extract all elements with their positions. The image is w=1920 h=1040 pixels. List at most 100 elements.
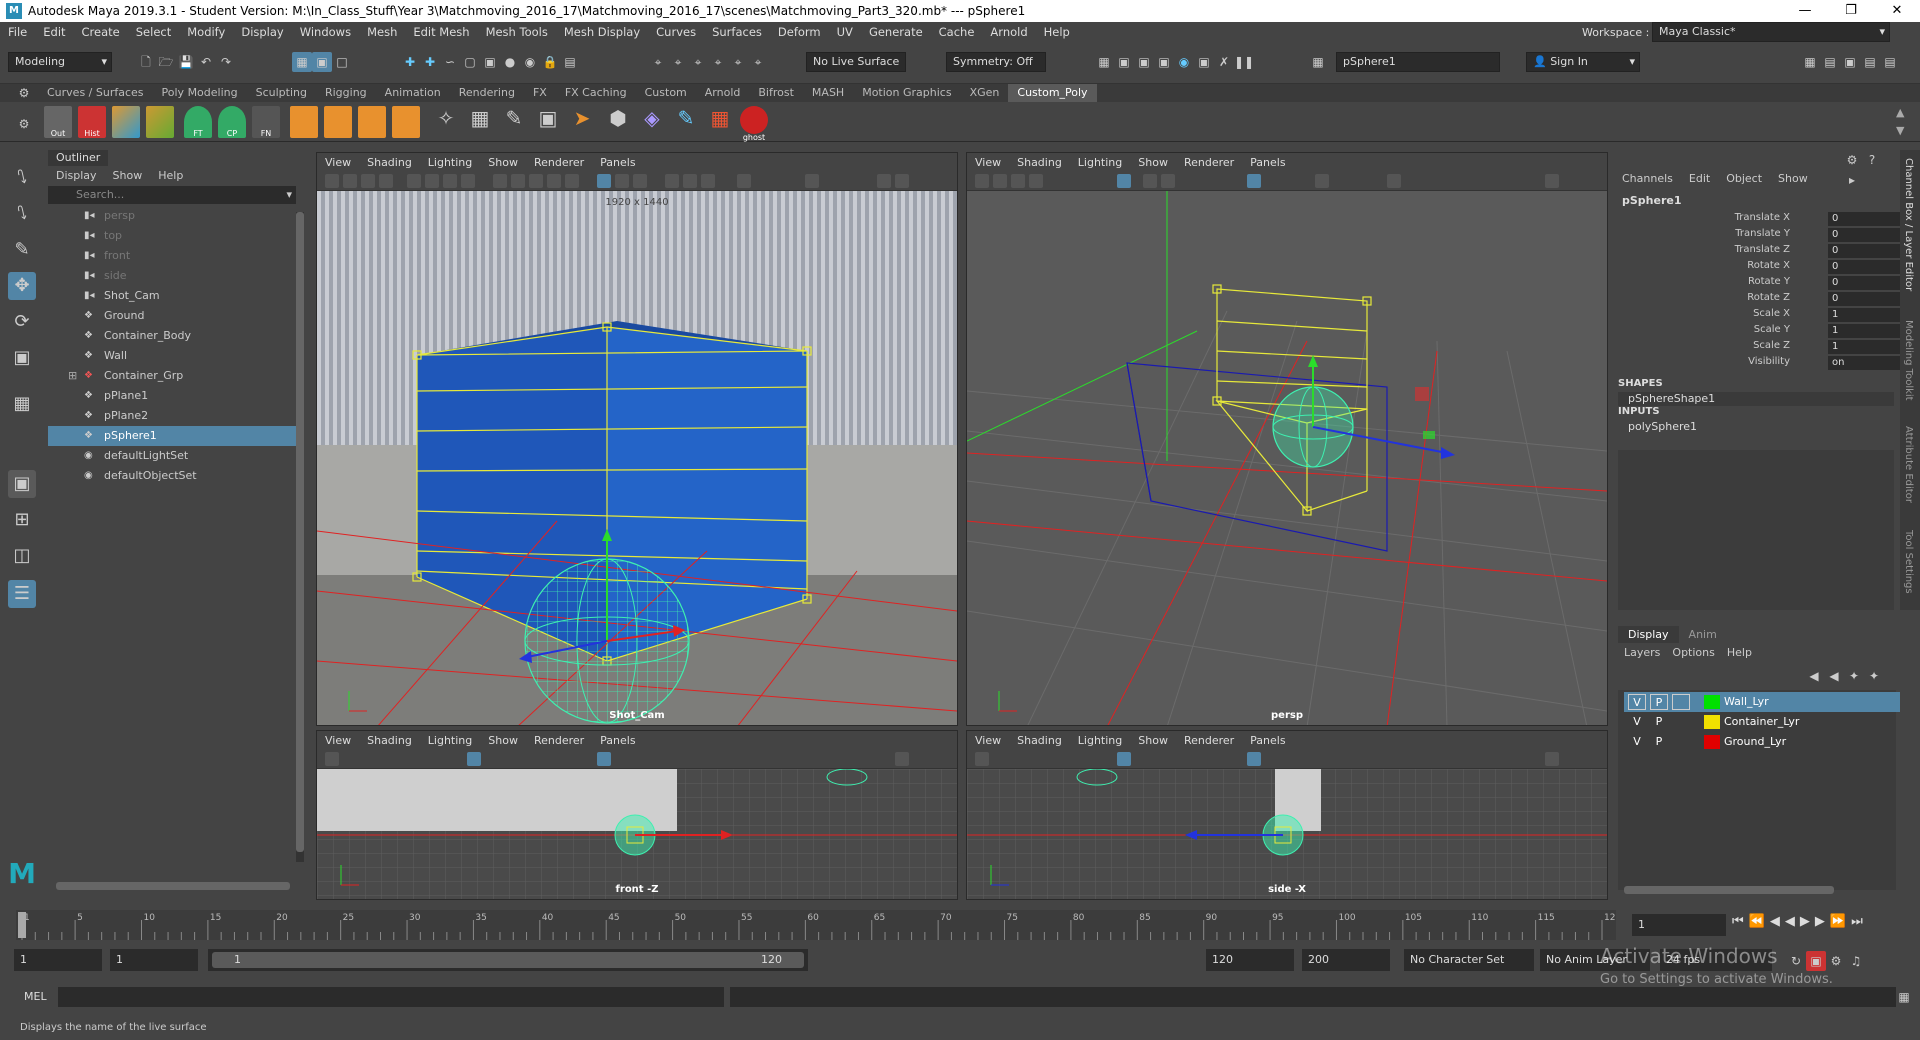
menu-surfaces[interactable]: Surfaces	[704, 25, 770, 39]
move-tool-icon[interactable]: ✥	[8, 272, 36, 300]
menu-mesh-tools[interactable]: Mesh Tools	[478, 25, 556, 39]
snap-curve-icon[interactable]: ⌖	[668, 52, 688, 72]
shelf-tab-curves-surfaces[interactable]: Curves / Surfaces	[38, 84, 153, 102]
shelf-tab-motion-graphics[interactable]: Motion Graphics	[853, 84, 960, 102]
current-time-indicator[interactable]	[18, 912, 26, 938]
panel-menu-lighting[interactable]: Lighting	[1070, 156, 1130, 169]
shelf-tab-fx[interactable]: FX	[524, 84, 556, 102]
panel-menu-shading[interactable]: Shading	[359, 734, 420, 747]
cb-menu-edit[interactable]: Edit	[1681, 172, 1718, 185]
panel-layout-icon[interactable]	[1545, 174, 1559, 188]
outliner-item-persp[interactable]: ▮◂ persp	[48, 206, 296, 226]
outliner-item-psphere1[interactable]: ❖ pSphere1	[48, 426, 296, 446]
minimize-icon[interactable]: —	[1782, 0, 1828, 22]
multi-cut-icon[interactable]: ▦	[466, 106, 494, 138]
menu-edit-mesh[interactable]: Edit Mesh	[405, 25, 477, 39]
outliner-horizontal-scrollbar[interactable]	[56, 882, 290, 890]
animation-end-field[interactable]: 200	[1302, 949, 1390, 971]
panel-layout-icon[interactable]	[1545, 752, 1559, 766]
menu-mesh[interactable]: Mesh	[359, 25, 405, 39]
hierarchy-mode-icon[interactable]: ▦	[292, 52, 312, 72]
extrude-icon[interactable]	[290, 106, 318, 138]
animation-start-field[interactable]: 1	[14, 949, 102, 971]
viewport-canvas-side[interactable]: side -X	[967, 769, 1607, 899]
attr-translate-z[interactable]: Translate Z 0	[1614, 244, 1900, 260]
channel-box-help-icon[interactable]: ?	[1862, 150, 1882, 170]
range-bar-thumb[interactable]: 1 120	[212, 952, 804, 968]
panel-menu-lighting[interactable]: Lighting	[420, 156, 480, 169]
outliner-item-container-grp[interactable]: ⊞ ❖ Container_Grp	[48, 366, 296, 386]
menu-windows[interactable]: Windows	[292, 25, 359, 39]
command-language-label[interactable]: MEL	[24, 990, 47, 1003]
attr-value[interactable]: 0	[1828, 244, 1900, 258]
grid-icon[interactable]: ▦	[706, 106, 734, 138]
go-to-start-icon[interactable]: ⏮	[1732, 914, 1749, 929]
flip-normals-icon[interactable]: FN	[252, 106, 280, 138]
layers-menu-options[interactable]: Options	[1666, 646, 1720, 659]
outliner-search-input[interactable]: Search... ▾	[48, 186, 296, 204]
smooth-shade-icon[interactable]	[1161, 174, 1175, 188]
bridge-icon[interactable]	[358, 106, 386, 138]
render-view-icon[interactable]: ▣	[1194, 52, 1214, 72]
channel-box-expand-icon[interactable]: ▸	[1842, 170, 1862, 190]
offset-edge-loop-icon[interactable]: ▣	[534, 106, 562, 138]
move-layer-down-icon[interactable]: ◀	[1824, 666, 1844, 686]
expand-icon[interactable]: ⊞	[68, 366, 77, 386]
layer-color-swatch[interactable]	[1704, 735, 1720, 749]
playback-toggle[interactable]: P	[1650, 714, 1668, 730]
outliner-item-wall[interactable]: ❖ Wall	[48, 346, 296, 366]
shelf-tab-rendering[interactable]: Rendering	[450, 84, 524, 102]
delete-history-out-icon[interactable]: Out	[44, 106, 72, 138]
cb-menu-channels[interactable]: Channels	[1614, 172, 1681, 185]
camera-attributes-icon[interactable]	[993, 174, 1007, 188]
grid-toggle-icon[interactable]	[1117, 174, 1131, 188]
script-editor-icon[interactable]: ▦	[1894, 987, 1914, 1007]
undo-icon[interactable]: ↶	[196, 52, 216, 72]
shelf-menu-icon[interactable]: ⚙	[14, 114, 34, 134]
film-gate-icon[interactable]	[425, 174, 439, 188]
attribute-editor-icon[interactable]: ▤	[1820, 52, 1840, 72]
attr-value[interactable]: 1	[1828, 324, 1900, 338]
outliner-item-default-object-set[interactable]: ◉ defaultObjectSet	[48, 466, 296, 486]
lock-icon[interactable]: 🔒	[540, 52, 560, 72]
snap-point-icon[interactable]: ⌖	[688, 52, 708, 72]
panel-menu-view[interactable]: View	[317, 156, 359, 169]
textured-icon[interactable]	[529, 174, 543, 188]
attr-rotate-x[interactable]: Rotate X 0	[1614, 260, 1900, 276]
arnold-render-icon[interactable]: ✗	[1214, 52, 1234, 72]
resolution-gate-icon[interactable]	[443, 174, 457, 188]
playback-end-field[interactable]: 120	[1206, 949, 1294, 971]
outliner-menu-help[interactable]: Help	[158, 169, 183, 182]
display-type-toggle[interactable]	[1672, 734, 1690, 750]
attr-value[interactable]: 0	[1828, 228, 1900, 242]
close-icon[interactable]: ✕	[1874, 0, 1920, 22]
render-settings-icon[interactable]: ▣	[1154, 52, 1174, 72]
tab-anim[interactable]: Anim	[1679, 626, 1727, 643]
panel-menu-renderer[interactable]: Renderer	[1176, 734, 1242, 747]
menu-mesh-display[interactable]: Mesh Display	[556, 25, 648, 39]
attr-value[interactable]: 0	[1828, 212, 1900, 226]
panel-menu-shading[interactable]: Shading	[1009, 156, 1070, 169]
menu-generate[interactable]: Generate	[861, 25, 931, 39]
command-input[interactable]	[58, 987, 724, 1007]
exposure-icon[interactable]	[737, 174, 751, 188]
outliner-item-front[interactable]: ▮◂ front	[48, 246, 296, 266]
layer-horizontal-scrollbar[interactable]	[1624, 886, 1834, 894]
tab-display[interactable]: Display	[1618, 626, 1679, 643]
attr-value[interactable]: 1	[1828, 308, 1900, 322]
scroll-up-icon[interactable]: ▲	[1896, 106, 1904, 119]
shelf-tab-sculpting[interactable]: Sculpting	[247, 84, 316, 102]
outliner-menu-display[interactable]: Display	[56, 169, 97, 182]
depth-of-field-icon[interactable]	[701, 174, 715, 188]
attr-translate-y[interactable]: Translate Y 0	[1614, 228, 1900, 244]
layer-row-ground-lyr[interactable]: V P Ground_Lyr	[1624, 732, 1900, 752]
maximize-icon[interactable]: ❐	[1828, 0, 1874, 22]
outliner-item-top[interactable]: ▮◂ top	[48, 226, 296, 246]
side-tab-tool-settings[interactable]: Tool Settings	[1903, 530, 1914, 594]
grid-toggle-icon[interactable]	[1117, 752, 1131, 766]
smooth-shade-icon[interactable]	[511, 174, 525, 188]
shelf-tab-custom[interactable]: Custom	[636, 84, 696, 102]
shelf-tab-xgen[interactable]: XGen	[961, 84, 1009, 102]
layer-editor-icon[interactable]: ▤	[1880, 52, 1900, 72]
move-layer-up-icon[interactable]: ◀	[1804, 666, 1824, 686]
